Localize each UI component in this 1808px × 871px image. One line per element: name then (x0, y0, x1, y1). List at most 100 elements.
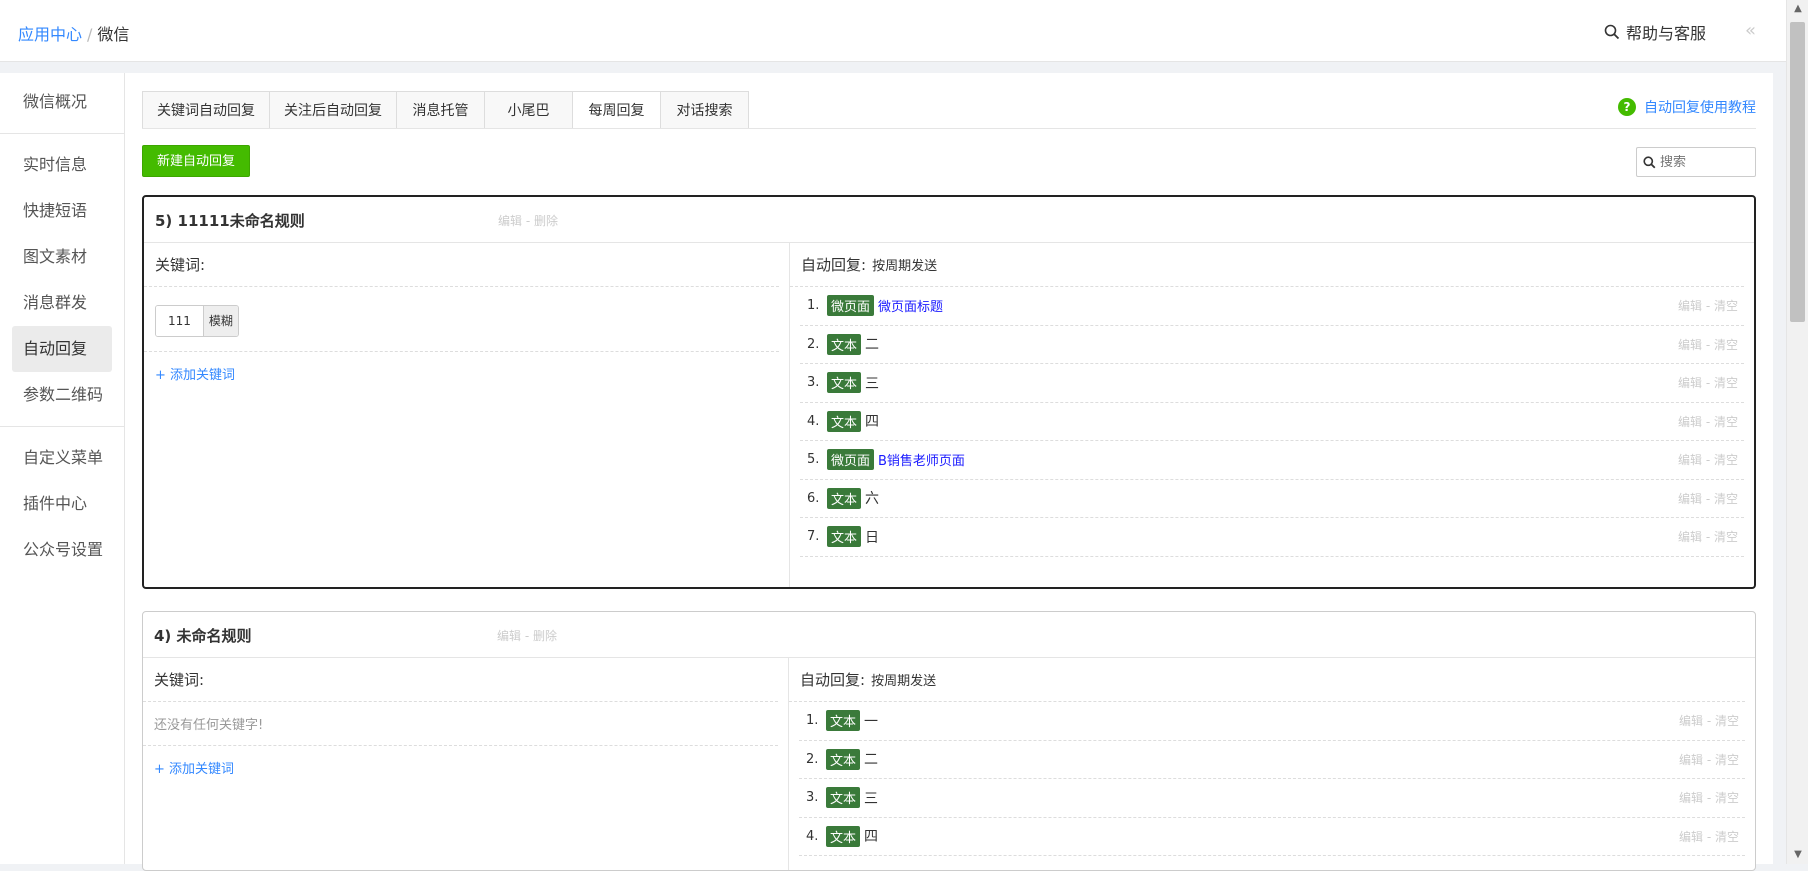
reply-content: 二 (865, 337, 880, 354)
reply-column: 自动回复: 按周期发送 1. 文本 一 编辑 - 清空 2. 文本 二 编辑 - … (789, 658, 1755, 870)
reply-edit-clear-links[interactable]: 编辑 - 清空 (1678, 451, 1738, 468)
sidebar-item[interactable]: 参数二维码 (12, 372, 112, 418)
tab-item[interactable]: 关键词自动回复 (143, 91, 270, 129)
tutorial-label: 自动回复使用教程 (1644, 100, 1756, 116)
reply-number: 4. (806, 828, 819, 844)
reply-type-badge: 文本 (827, 410, 862, 432)
tab-item[interactable]: 对话搜索 (661, 91, 749, 129)
scroll-up-icon[interactable]: ▲ (1787, 0, 1808, 18)
reply-type-badge: 文本 (826, 787, 861, 809)
reply-number: 2. (807, 336, 820, 352)
scrollbar-thumb[interactable] (1790, 22, 1805, 322)
tab-item[interactable]: 消息托管 (397, 91, 485, 129)
rule-header: 5) 11111未命名规则 编辑 - 删除 (144, 197, 1754, 243)
search-icon (1643, 155, 1656, 168)
reply-label: 自动回复: (801, 256, 867, 274)
reply-list: 1. 文本 一 编辑 - 清空 2. 文本 二 编辑 - 清空 3. 文本 三 … (799, 702, 1745, 856)
help-service-link[interactable]: 帮助与客服 (1604, 20, 1706, 44)
rule-card: 5) 11111未命名规则 编辑 - 删除 关键词: 111 模糊 + 添加关键词… (142, 195, 1756, 589)
reply-mode: 按周期发送 (871, 674, 937, 689)
reply-content[interactable]: 微页面标题 (878, 296, 943, 315)
keyword-column: 关键词: 还没有任何关键字! + 添加关键词 (143, 658, 789, 870)
search-icon (1604, 24, 1620, 40)
reply-number: 3. (806, 790, 819, 806)
reply-content: 二 (864, 752, 879, 769)
keyword-list: 111 模糊 (144, 287, 779, 352)
reply-content: 四 (864, 829, 879, 846)
keyword-label: 关键词: (143, 658, 778, 702)
tab-item[interactable]: 关注后自动回复 (270, 91, 397, 129)
reply-item: 2. 文本 二 编辑 - 清空 (800, 326, 1744, 364)
rule-edit-delete-links[interactable]: 编辑 - 删除 (497, 627, 557, 644)
sidebar-item[interactable]: 自动回复 (12, 326, 112, 372)
question-circle-icon: ? (1618, 98, 1636, 116)
rule-edit-delete-links[interactable]: 编辑 - 删除 (498, 212, 558, 229)
reply-type-badge: 文本 (826, 710, 861, 732)
main-panel: 关键词自动回复 关注后自动回复 消息托管 小尾巴 每周回复 对话搜索 ? 自动回复使用教程… (124, 73, 1773, 871)
reply-edit-clear-links[interactable]: 编辑 - 清空 (1678, 297, 1738, 314)
rule-title: 4) 未命名规则 (154, 627, 252, 645)
search-input[interactable] (1660, 154, 1750, 170)
scroll-down-icon[interactable]: ▼ (1787, 846, 1808, 864)
reply-edit-clear-links[interactable]: 编辑 - 清空 (1679, 751, 1739, 768)
reply-content: 三 (864, 790, 879, 807)
reply-type-badge: 文本 (827, 333, 862, 355)
reply-label: 自动回复: (800, 671, 866, 689)
sidebar-item[interactable]: 快捷短语 (12, 188, 112, 234)
sidebar-item[interactable]: 公众号设置 (12, 527, 112, 573)
tutorial-link[interactable]: ? 自动回复使用教程 (1618, 97, 1756, 117)
sidebar-item[interactable]: 图文素材 (12, 234, 112, 280)
reply-edit-clear-links[interactable]: 编辑 - 清空 (1679, 789, 1739, 806)
reply-edit-clear-links[interactable]: 编辑 - 清空 (1678, 528, 1738, 545)
breadcrumb-current: 微信 (97, 25, 130, 44)
reply-item: 1. 文本 一 编辑 - 清空 (799, 702, 1745, 741)
reply-edit-clear-links[interactable]: 编辑 - 清空 (1678, 413, 1738, 430)
breadcrumb: 应用中心 / 微信 (18, 21, 129, 45)
reply-edit-clear-links[interactable]: 编辑 - 清空 (1679, 828, 1739, 845)
reply-content: 三 (865, 375, 880, 392)
reply-number: 7. (807, 529, 820, 545)
reply-edit-clear-links[interactable]: 编辑 - 清空 (1678, 490, 1738, 507)
sidebar-item[interactable]: 自定义菜单 (12, 435, 112, 481)
reply-content: 日 (865, 529, 880, 546)
sidebar-item[interactable]: 消息群发 (12, 280, 112, 326)
reply-type-badge: 文本 (827, 487, 862, 509)
reply-type-badge: 文本 (826, 825, 861, 847)
tab-item[interactable]: 小尾巴 (485, 91, 573, 129)
reply-number: 1. (807, 298, 820, 314)
help-label: 帮助与客服 (1625, 24, 1706, 43)
sidebar-item[interactable]: 微信概况 (12, 79, 112, 125)
reply-content: 六 (865, 491, 880, 508)
reply-item: 6. 文本 六 编辑 - 清空 (800, 480, 1744, 518)
keyword-tag[interactable]: 111 模糊 (155, 305, 239, 337)
sidebar: 微信概况实时信息 快捷短语 图文素材 消息群发 自动回复 参数二维码自定义菜单 插件中心 公众… (0, 73, 124, 864)
reply-content[interactable]: B销售老师页面 (878, 450, 965, 469)
reply-edit-clear-links[interactable]: 编辑 - 清空 (1678, 374, 1738, 391)
breadcrumb-app-center[interactable]: 应用中心 (18, 25, 82, 44)
reply-edit-clear-links[interactable]: 编辑 - 清空 (1679, 712, 1739, 729)
tab-item[interactable]: 每周回复 (573, 91, 661, 129)
reply-edit-clear-links[interactable]: 编辑 - 清空 (1678, 336, 1738, 353)
new-auto-reply-button[interactable]: 新建自动回复 (142, 145, 251, 177)
sidebar-item[interactable]: 实时信息 (12, 142, 112, 188)
reply-item: 1. 微页面 微页面标题 编辑 - 清空 (800, 287, 1744, 326)
sidebar-divider (0, 133, 124, 134)
reply-item: 7. 文本 日 编辑 - 清空 (800, 518, 1744, 557)
rule-header: 4) 未命名规则 编辑 - 删除 (143, 612, 1755, 658)
reply-number: 4. (807, 413, 820, 429)
reply-item: 4. 文本 四 编辑 - 清空 (800, 403, 1744, 441)
collapse-icon[interactable]: « (1745, 20, 1756, 41)
reply-type-badge: 微页面 (827, 295, 875, 317)
sidebar-item[interactable]: 插件中心 (12, 481, 112, 527)
reply-number: 2. (806, 751, 819, 767)
keyword-value: 111 (156, 306, 203, 336)
reply-item: 5. 微页面 B销售老师页面 编辑 - 清空 (800, 441, 1744, 480)
add-keyword-link[interactable]: + 添加关键词 (144, 352, 789, 395)
keyword-match-mode: 模糊 (202, 306, 238, 336)
reply-column: 自动回复: 按周期发送 1. 微页面 微页面标题 编辑 - 清空 2. 文本 二 … (790, 243, 1754, 587)
breadcrumb-separator: / (87, 25, 93, 44)
page-scrollbar[interactable]: ▲ ▼ (1786, 0, 1808, 864)
rule-card: 4) 未命名规则 编辑 - 删除 关键词: 还没有任何关键字! + 添加关键词 … (142, 611, 1756, 871)
search-box[interactable] (1636, 147, 1756, 177)
add-keyword-link[interactable]: + 添加关键词 (143, 746, 788, 789)
